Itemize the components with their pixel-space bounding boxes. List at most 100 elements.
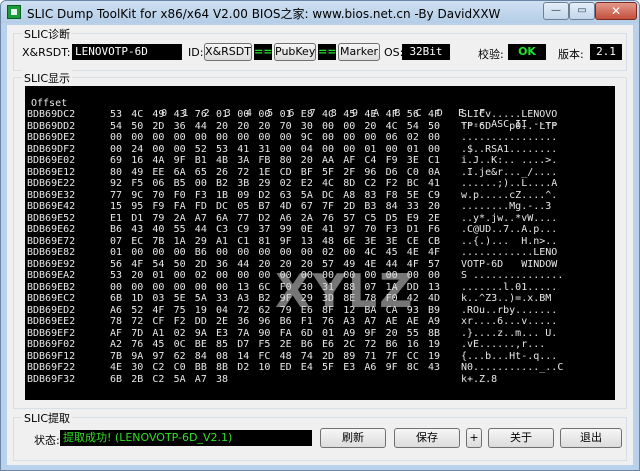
hex-byte: 01 [364, 143, 377, 155]
hex-byte: 00 [152, 247, 165, 258]
hex-byte: 2E [216, 316, 229, 327]
hex-byte: BF [300, 166, 313, 178]
hex-byte: 00 [258, 270, 271, 281]
id-label: ID: [188, 46, 204, 59]
hex-byte: 9F [364, 327, 377, 339]
hex-byte: C2 [364, 178, 377, 189]
hex-byte: 01 [279, 109, 292, 120]
row-offset: BDB69E62 [27, 224, 76, 235]
hex-byte: 00 [216, 270, 229, 281]
row-ascii: ............LENO [461, 247, 558, 258]
hex-byte: 4C [131, 109, 144, 120]
hex-byte: 96 [364, 166, 377, 178]
exit-button[interactable]: 退出 [560, 428, 622, 448]
save-button[interactable]: 保存 [394, 428, 460, 448]
hex-byte: 02 [406, 132, 419, 143]
hex-byte: 69 [110, 155, 123, 166]
hex-byte: 80 [279, 155, 292, 166]
close-button[interactable]: ✕ [595, 2, 637, 20]
hex-byte: A2 [110, 339, 123, 350]
hex-byte: FD [194, 201, 207, 212]
row-ascii: ........Mg.-..3 [461, 201, 558, 212]
hex-byte: 00 [237, 247, 250, 258]
hex-byte: 80 [110, 166, 123, 178]
hex-byte: F6 [428, 224, 441, 235]
row-ascii: .C@UD..7..A.p... [461, 224, 558, 235]
row-ascii: .ROu..rby....... [461, 304, 558, 316]
hex-byte: 00 [428, 270, 441, 281]
row-ascii: .$..RSA1........ [461, 143, 558, 155]
hex-dump-view[interactable]: Offset 0123456789ABCDEF ---- ASC II ----… [25, 86, 615, 400]
hex-byte: 89 [343, 350, 356, 362]
hex-byte: 36 [173, 120, 186, 132]
hex-byte: A7 [194, 212, 207, 224]
hex-byte: B3 [364, 201, 377, 212]
hex-byte: 0E [300, 224, 313, 235]
maximize-button[interactable]: ▭ [569, 2, 595, 20]
hex-byte: 55 [406, 327, 419, 339]
hex-byte: C9 [428, 189, 441, 201]
hex-byte: BE [194, 339, 207, 350]
hex-byte: FC [258, 350, 271, 362]
xrsdt-value: LENOVOTP-6D [72, 44, 182, 60]
hex-byte: BC [406, 178, 419, 189]
hex-byte: 4D [428, 293, 441, 304]
title-bar[interactable]: SLIC Dump ToolKit for x86/x64 V2.00 BIOS… [1, 1, 639, 23]
row-offset: BDB69E52 [27, 212, 76, 224]
hex-byte: 43 [173, 109, 186, 120]
row-offset: BDB69F22 [27, 362, 76, 373]
hex-byte: 78 [110, 316, 123, 327]
marker-button[interactable]: Marker [338, 43, 380, 61]
window-title: SLIC Dump ToolKit for x86/x64 V2.00 BIOS… [27, 7, 501, 21]
hex-byte: C5 [364, 212, 377, 224]
hex-byte: 43 [131, 224, 144, 235]
hex-byte: DC [322, 189, 335, 201]
hex-byte: 00 [428, 132, 441, 143]
hex-byte: 8D [343, 178, 356, 189]
hex-byte: 2F [343, 166, 356, 178]
refresh-button[interactable]: 刷新 [320, 428, 386, 448]
hex-byte: 00 [300, 247, 313, 258]
hex-byte: 48 [279, 350, 292, 362]
hex-byte: 2C [343, 339, 356, 350]
row-ascii: w.p.....cZ....^. [461, 189, 558, 201]
plus-button[interactable]: + [466, 428, 482, 448]
hex-byte: 01 [152, 270, 165, 281]
hex-byte: 83 [364, 189, 377, 201]
hex-byte: 8B [216, 362, 229, 373]
hex-byte: 26 [216, 166, 229, 178]
hex-byte: 44 [237, 258, 250, 270]
hex-byte: 30 [300, 120, 313, 132]
hex-byte: 57 [343, 212, 356, 224]
hex-byte: 4F [428, 247, 441, 258]
hex-byte: 19 [194, 304, 207, 316]
hex-byte: E9 [406, 212, 419, 224]
minimize-button[interactable]: — [543, 2, 569, 20]
hex-byte: 20 [216, 120, 229, 132]
hex-byte: 00 [173, 143, 186, 155]
hex-byte: 00 [216, 132, 229, 143]
hex-byte: 49 [152, 109, 165, 120]
xrsdt-button[interactable]: X&RSDT [204, 43, 252, 61]
hex-byte: AF [110, 327, 123, 339]
hex-byte: 7B [110, 350, 123, 362]
hex-byte: 00 [279, 143, 292, 155]
hex-byte: 15 [110, 201, 123, 212]
hex-byte: 56 [406, 109, 419, 120]
hex-byte: C2 [152, 373, 165, 385]
hex-byte: F9 [385, 155, 398, 166]
hex-byte: 6D [300, 327, 313, 339]
status-label: 状态: [34, 434, 60, 447]
row-offset: BDB69E02 [27, 155, 76, 166]
pubkey-button[interactable]: PubKey [274, 43, 316, 61]
row-ascii: ................ [461, 132, 558, 143]
hex-byte: 72 [237, 304, 250, 316]
hex-byte: FB [258, 155, 271, 166]
hex-byte: B6 [300, 339, 313, 350]
hex-byte: CD [279, 166, 292, 178]
row-offset: BDB69E22 [27, 178, 76, 189]
hex-byte: ED [279, 362, 292, 373]
row-ascii: k+.Z.8 [461, 373, 498, 385]
hex-byte: 20 [237, 120, 250, 132]
about-button[interactable]: 关于 [488, 428, 554, 448]
